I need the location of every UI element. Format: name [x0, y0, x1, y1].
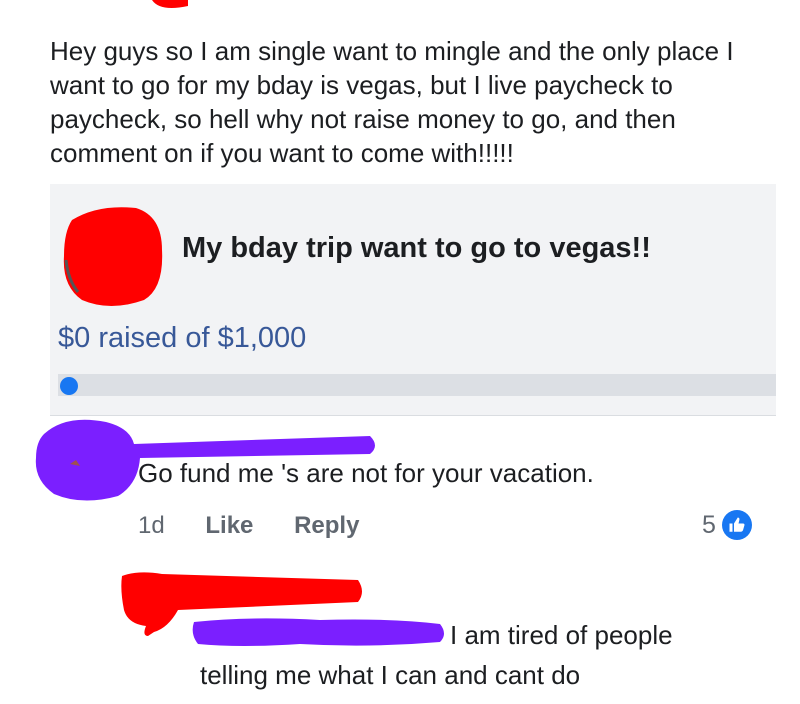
- comment-timestamp: 1d: [138, 512, 165, 539]
- fundraiser-avatar-redacted: [63, 207, 163, 306]
- reply-text-line1: I am tired of people: [450, 620, 673, 650]
- comment-actions: 1d Like Reply: [138, 512, 393, 540]
- fundraiser-title[interactable]: My bday trip want to go to vegas!!: [182, 232, 651, 265]
- reply-button[interactable]: Reply: [294, 512, 359, 539]
- reply-text-line2: telling me what I can and cant do: [200, 660, 581, 690]
- purple-redaction-reply-name: [192, 618, 444, 646]
- comment-reactions[interactable]: 5: [702, 508, 752, 542]
- like-button[interactable]: Like: [205, 512, 253, 539]
- reaction-count: 5: [702, 510, 716, 539]
- fundraiser-card[interactable]: My bday trip want to go to vegas!! $0 ra…: [50, 184, 776, 416]
- comment-text: Go fund me 's are not for your vacation.: [138, 458, 594, 488]
- red-redaction-scribble-top: [152, 0, 188, 8]
- fundraiser-progress-bar: [58, 374, 776, 396]
- thumbs-up-icon: [721, 510, 752, 540]
- post-body-text: Hey guys so I am single want to mingle a…: [50, 36, 734, 168]
- facebook-post-screenshot: Hey guys so I am single want to mingle a…: [0, 0, 800, 704]
- fundraiser-progress-dot: [60, 377, 78, 395]
- fundraiser-raised-amount: $0 raised of $1,000: [58, 322, 307, 354]
